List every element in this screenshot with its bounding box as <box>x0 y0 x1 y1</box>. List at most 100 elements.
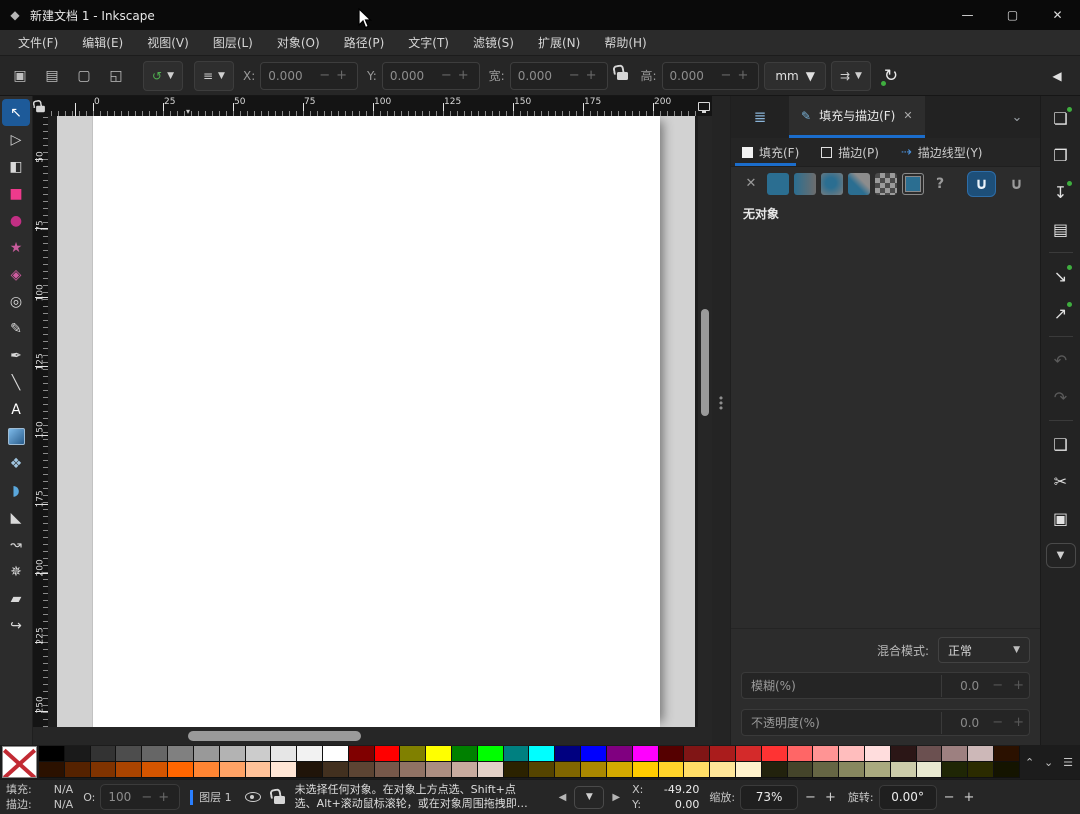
shape-builder-tool[interactable]: ◧ <box>2 153 30 180</box>
palette-scroll-down-button[interactable]: ⌄ <box>1044 756 1053 769</box>
palette-scroll-up-button[interactable]: ⌃ <box>1025 756 1034 769</box>
menu-view[interactable]: 视图(V) <box>135 30 201 55</box>
color-swatch[interactable] <box>503 746 530 762</box>
color-swatch[interactable] <box>297 762 323 778</box>
paste-button[interactable]: ▣ <box>1046 503 1076 533</box>
cut-button[interactable]: ✂ <box>1046 466 1076 496</box>
color-swatch[interactable] <box>839 762 865 778</box>
scaling-options-dropdown[interactable]: ⇉ ▼ <box>830 60 871 91</box>
ellipse-tool[interactable]: ● <box>2 207 30 234</box>
pen-tool[interactable]: ✒ <box>2 342 30 369</box>
rotate-cw-button[interactable]: + <box>961 790 976 805</box>
import-button[interactable]: ↘ <box>1046 261 1076 291</box>
close-dialog-icon[interactable]: ✕ <box>903 109 912 122</box>
color-swatch[interactable] <box>90 746 117 762</box>
color-swatch[interactable] <box>710 762 736 778</box>
x-increment[interactable]: + <box>333 68 350 83</box>
dock-collapse-button[interactable]: ⌄ <box>994 96 1040 138</box>
box3d-tool[interactable]: ◈ <box>2 261 30 288</box>
color-swatch[interactable] <box>193 762 220 778</box>
color-swatch[interactable] <box>400 746 427 762</box>
color-swatch[interactable] <box>271 762 298 778</box>
menu-file[interactable]: 文件(F) <box>6 30 70 55</box>
calligraphy-tool[interactable]: ╲ <box>2 369 30 396</box>
palette-menu-button[interactable]: ☰ <box>1063 756 1073 769</box>
panel-splitter[interactable]: • • • <box>712 96 730 745</box>
open-document-button[interactable]: ❐ <box>1046 140 1076 170</box>
layer-lock-toggle[interactable] <box>273 796 285 804</box>
color-swatch[interactable] <box>606 746 633 762</box>
color-swatch[interactable] <box>942 762 969 778</box>
color-swatch[interactable] <box>632 762 659 778</box>
current-layer-indicator[interactable]: 图层 1 <box>190 789 232 805</box>
swatch-button[interactable] <box>902 172 924 195</box>
height-decrement[interactable]: − <box>718 68 735 83</box>
star-tool[interactable]: ★ <box>2 234 30 261</box>
snap-settings-button[interactable]: ↻ <box>876 61 906 91</box>
color-swatch[interactable] <box>735 746 762 762</box>
x-decrement[interactable]: − <box>316 68 333 83</box>
fill-stroke-indicator[interactable]: 填充: N/A 描边: N/A <box>6 783 73 810</box>
zoom-in-button[interactable]: + <box>823 790 838 805</box>
color-swatch[interactable] <box>658 762 685 778</box>
color-swatch[interactable] <box>761 762 788 778</box>
color-swatch[interactable] <box>813 746 840 762</box>
selection-box-toggle-button[interactable]: ◱ <box>102 62 130 90</box>
color-swatch[interactable] <box>529 762 556 778</box>
color-swatch[interactable] <box>168 762 194 778</box>
fill-stroke-dialog-tab[interactable]: ✎ 填充与描边(F) ✕ <box>789 96 925 138</box>
blend-mode-dropdown[interactable]: 正常 ▼ <box>938 637 1030 663</box>
no-color-swatch[interactable] <box>2 746 37 778</box>
color-swatch[interactable] <box>322 746 349 762</box>
flat-color-button[interactable] <box>767 172 789 195</box>
color-swatch[interactable] <box>710 746 736 762</box>
object-opacity-input[interactable]: 100 − + <box>100 784 181 810</box>
layer-visibility-toggle[interactable] <box>244 792 261 802</box>
color-swatch[interactable] <box>529 746 556 762</box>
color-swatch[interactable] <box>297 746 323 762</box>
width-increment[interactable]: + <box>583 68 600 83</box>
canvas-viewport[interactable] <box>48 116 698 727</box>
color-swatch[interactable] <box>813 762 840 778</box>
color-swatch[interactable] <box>426 762 452 778</box>
y-increment[interactable]: + <box>455 68 472 83</box>
color-swatch[interactable] <box>890 762 917 778</box>
mesh-gradient-tool[interactable]: ❖ <box>2 450 30 477</box>
rectangle-tool[interactable]: ■ <box>2 180 30 207</box>
connector-tool[interactable]: ↪ <box>2 612 30 639</box>
spiral-tool[interactable]: ◎ <box>2 288 30 315</box>
color-swatch[interactable] <box>555 746 582 762</box>
tweak-tool[interactable]: ↝ <box>2 531 30 558</box>
color-swatch[interactable] <box>39 746 65 762</box>
color-swatch[interactable] <box>426 746 452 762</box>
menu-help[interactable]: 帮助(H) <box>592 30 658 55</box>
color-swatch[interactable] <box>839 746 865 762</box>
export-button[interactable]: ↗ <box>1046 298 1076 328</box>
paint-bucket-tool[interactable]: ◣ <box>2 504 30 531</box>
horizontal-scrollbar[interactable] <box>33 727 712 745</box>
y-decrement[interactable]: − <box>438 68 455 83</box>
color-swatch[interactable] <box>142 746 169 762</box>
text-tool[interactable]: A <box>2 396 30 423</box>
menu-filters[interactable]: 滤镜(S) <box>461 30 526 55</box>
opacity-slider[interactable]: 不透明度(%) 0.0 − + <box>741 709 1030 736</box>
color-swatch[interactable] <box>452 762 478 778</box>
spray-tool[interactable]: ✵ <box>2 558 30 585</box>
color-swatch[interactable] <box>452 746 478 762</box>
selector-tool[interactable]: ↖ <box>2 99 30 126</box>
opacity-stepper-decrement[interactable]: − <box>138 790 155 805</box>
pattern-button[interactable] <box>875 172 897 195</box>
eraser-tool[interactable]: ▰ <box>2 585 30 612</box>
blur-decrement[interactable]: − <box>987 678 1008 693</box>
rotation-input[interactable]: 0.00° <box>878 784 937 810</box>
color-swatch[interactable] <box>606 762 633 778</box>
color-swatch[interactable] <box>890 746 917 762</box>
close-button[interactable]: ✕ <box>1035 0 1080 30</box>
color-swatch[interactable] <box>193 746 220 762</box>
height-increment[interactable]: + <box>734 68 751 83</box>
color-swatch[interactable] <box>632 746 659 762</box>
color-swatch[interactable] <box>994 746 1020 762</box>
linear-gradient-button[interactable] <box>794 172 816 195</box>
duplicate-button[interactable]: ❑ <box>1046 429 1076 459</box>
y-input[interactable]: 0.000 − + <box>381 61 480 90</box>
